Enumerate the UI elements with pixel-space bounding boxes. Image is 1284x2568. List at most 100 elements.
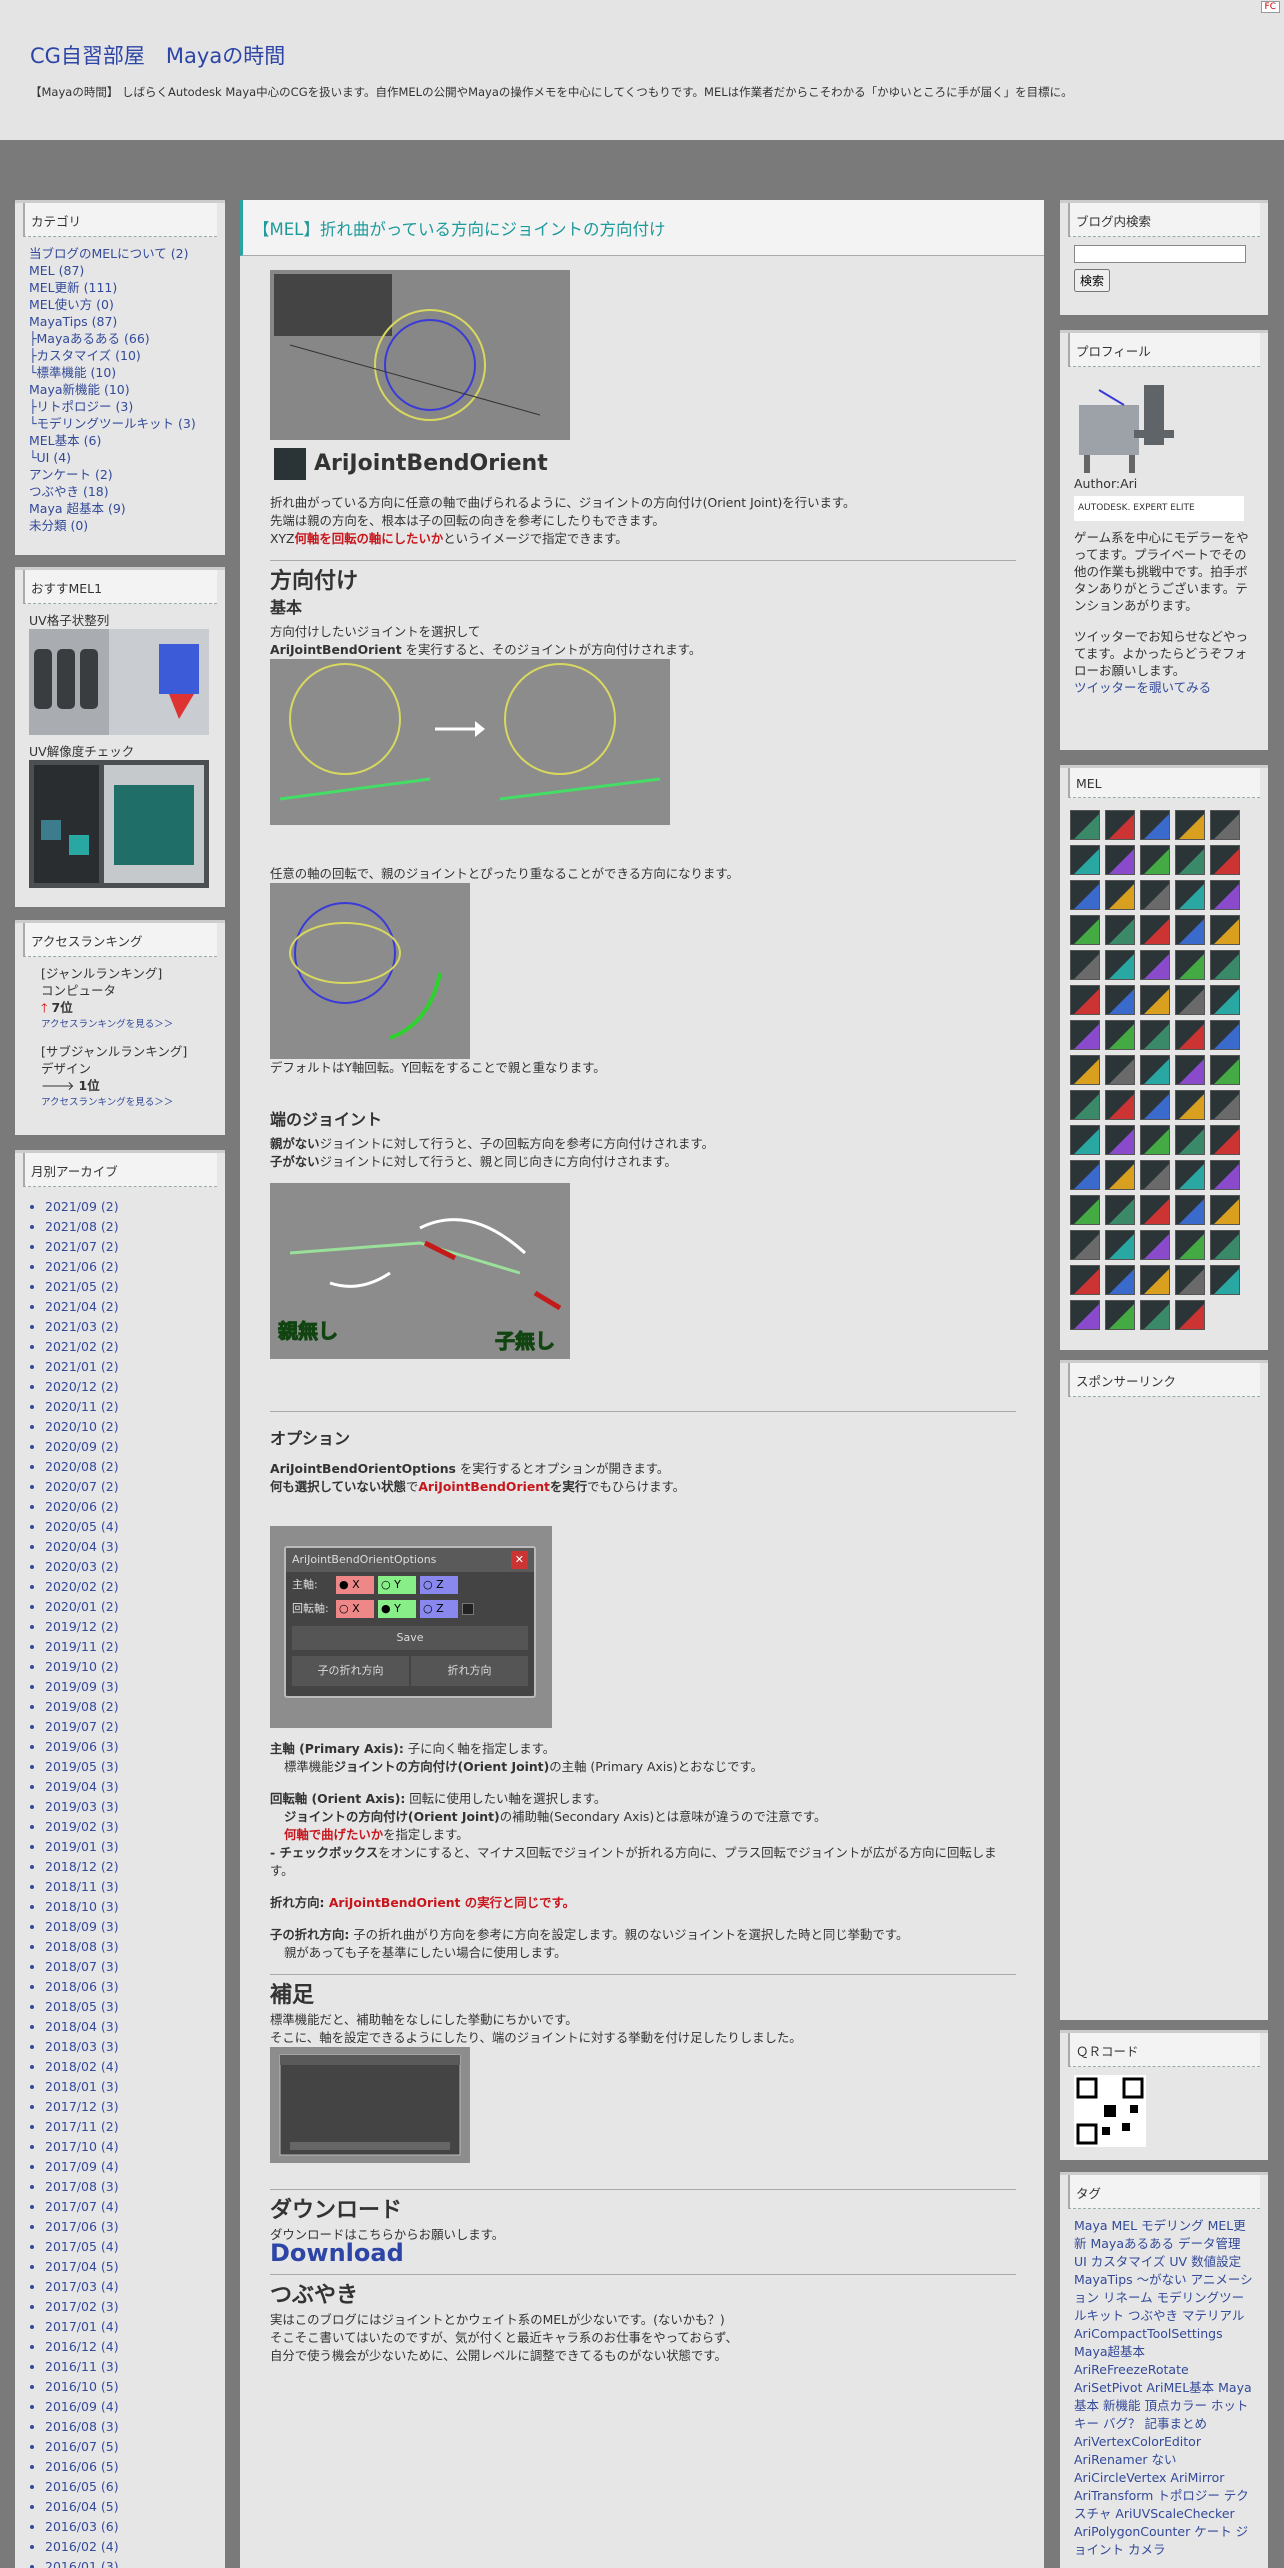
twitter-link[interactable]: ツイッターを覗いてみる bbox=[1074, 679, 1254, 696]
archive-item[interactable]: 2018/07 (3) bbox=[45, 1957, 225, 1977]
archive-item[interactable]: 2021/04 (2) bbox=[45, 1297, 225, 1317]
category-item[interactable]: └標準機能 (10) bbox=[29, 364, 211, 381]
archive-item[interactable]: 2018/06 (3) bbox=[45, 1977, 225, 1997]
rotate-z-radio[interactable]: ○ Z bbox=[420, 1600, 458, 1618]
category-item[interactable]: 当ブログのMELについて (2) bbox=[29, 245, 211, 262]
archive-item[interactable]: 2017/11 (2) bbox=[45, 2117, 225, 2137]
mel-tool-icon[interactable] bbox=[1105, 1125, 1135, 1155]
archive-item[interactable]: 2019/11 (2) bbox=[45, 1637, 225, 1657]
mel-tool-icon[interactable] bbox=[1175, 1300, 1205, 1330]
archive-item[interactable]: 2016/11 (3) bbox=[45, 2357, 225, 2377]
mel-tool-icon[interactable] bbox=[1070, 985, 1100, 1015]
mel-tool-icon[interactable] bbox=[1105, 1230, 1135, 1260]
mel-tool-icon[interactable] bbox=[1070, 1230, 1100, 1260]
recommend-item-1-label[interactable]: UV格子状整列 bbox=[29, 612, 211, 629]
search-input[interactable] bbox=[1074, 245, 1246, 263]
archive-item[interactable]: 2019/10 (2) bbox=[45, 1657, 225, 1677]
mel-tool-icon[interactable] bbox=[1140, 1090, 1170, 1120]
mel-tool-icon[interactable] bbox=[1070, 1020, 1100, 1050]
mel-tool-icon[interactable] bbox=[1105, 1090, 1135, 1120]
category-item[interactable]: MayaTips (87) bbox=[29, 313, 211, 330]
mel-tool-icon[interactable] bbox=[1105, 1160, 1135, 1190]
mel-tool-icon[interactable] bbox=[1070, 1160, 1100, 1190]
category-item[interactable]: └UI (4) bbox=[29, 449, 211, 466]
archive-item[interactable]: 2019/08 (2) bbox=[45, 1697, 225, 1717]
mel-tool-icon[interactable] bbox=[1140, 985, 1170, 1015]
mel-tool-icon[interactable] bbox=[1105, 880, 1135, 910]
subgenre-label[interactable]: [サブジャンルランキング] bbox=[29, 1043, 211, 1060]
mel-tool-icon[interactable] bbox=[1210, 1090, 1240, 1120]
archive-item[interactable]: 2021/07 (2) bbox=[45, 1237, 225, 1257]
archive-item[interactable]: 2017/01 (4) bbox=[45, 2317, 225, 2337]
archive-item[interactable]: 2016/05 (6) bbox=[45, 2477, 225, 2497]
archive-item[interactable]: 2016/04 (5) bbox=[45, 2497, 225, 2517]
archive-item[interactable]: 2019/07 (2) bbox=[45, 1717, 225, 1737]
mel-tool-icon[interactable] bbox=[1210, 1055, 1240, 1085]
archive-item[interactable]: 2019/03 (3) bbox=[45, 1797, 225, 1817]
archive-item[interactable]: 2020/10 (2) bbox=[45, 1417, 225, 1437]
category-item[interactable]: アンケート (2) bbox=[29, 466, 211, 483]
mel-tool-icon[interactable] bbox=[1070, 845, 1100, 875]
category-item[interactable]: └モデリングツールキット (3) bbox=[29, 415, 211, 432]
genre-label[interactable]: [ジャンルランキング] bbox=[29, 965, 211, 982]
archive-item[interactable]: 2016/12 (4) bbox=[45, 2337, 225, 2357]
category-item[interactable]: Maya新機能 (10) bbox=[29, 381, 211, 398]
mel-tool-icon[interactable] bbox=[1140, 1125, 1170, 1155]
archive-item[interactable]: 2016/03 (6) bbox=[45, 2517, 225, 2537]
rotate-y-radio[interactable]: ● Y bbox=[378, 1600, 416, 1618]
mel-tool-icon[interactable] bbox=[1175, 1125, 1205, 1155]
mel-tool-icon[interactable] bbox=[1070, 1265, 1100, 1295]
option-screenshot-thumb[interactable] bbox=[270, 270, 570, 440]
mel-tool-icon[interactable] bbox=[1175, 810, 1205, 840]
category-item[interactable]: Maya 超基本 (9) bbox=[29, 500, 211, 517]
mel-tool-icon[interactable] bbox=[1210, 1125, 1240, 1155]
mel-tool-icon[interactable] bbox=[1175, 1055, 1205, 1085]
mel-tool-icon[interactable] bbox=[1140, 950, 1170, 980]
mel-tool-icon[interactable] bbox=[1105, 950, 1135, 980]
mel-tool-icon[interactable] bbox=[1070, 915, 1100, 945]
mel-tool-icon[interactable] bbox=[1210, 985, 1240, 1015]
archive-item[interactable]: 2017/04 (5) bbox=[45, 2257, 225, 2277]
standard-tool-image[interactable] bbox=[270, 2047, 470, 2163]
ranking-link-1[interactable]: アクセスランキングを見る＞＞ bbox=[29, 1016, 211, 1033]
mel-tool-icon[interactable] bbox=[1070, 810, 1100, 840]
archive-item[interactable]: 2018/05 (3) bbox=[45, 1997, 225, 2017]
archive-item[interactable]: 2017/03 (4) bbox=[45, 2277, 225, 2297]
mel-tool-icon[interactable] bbox=[1105, 1020, 1135, 1050]
uv-grid-thumbnail[interactable] bbox=[29, 629, 209, 735]
archive-item[interactable]: 2016/10 (5) bbox=[45, 2377, 225, 2397]
mel-tool-icon[interactable] bbox=[1175, 1265, 1205, 1295]
archive-item[interactable]: 2020/12 (2) bbox=[45, 1377, 225, 1397]
recommend-item-2-label[interactable]: UV解像度チェック bbox=[29, 743, 211, 760]
archive-item[interactable]: 2021/09 (2) bbox=[45, 1197, 225, 1217]
category-item[interactable]: 未分類 (0) bbox=[29, 517, 211, 534]
archive-item[interactable]: 2020/08 (2) bbox=[45, 1457, 225, 1477]
category-item[interactable]: ├カスタマイズ (10) bbox=[29, 347, 211, 364]
mel-tool-icon[interactable] bbox=[1210, 1195, 1240, 1225]
archive-item[interactable]: 2020/04 (3) bbox=[45, 1537, 225, 1557]
archive-item[interactable]: 2020/02 (2) bbox=[45, 1577, 225, 1597]
primary-y-radio[interactable]: ○ Y bbox=[378, 1576, 416, 1594]
mel-tool-icon[interactable] bbox=[1175, 1230, 1205, 1260]
archive-item[interactable]: 2021/06 (2) bbox=[45, 1257, 225, 1277]
options-dialog-image[interactable]: AriJointBendOrientOptions ✕ 主軸: ● X ○ Y ○ Z … bbox=[270, 1526, 552, 1728]
archive-item[interactable]: 2018/03 (3) bbox=[45, 2037, 225, 2057]
category-item[interactable]: ├Mayaあるある (66) bbox=[29, 330, 211, 347]
archive-item[interactable]: 2021/05 (2) bbox=[45, 1277, 225, 1297]
mel-tool-icon[interactable] bbox=[1140, 845, 1170, 875]
mel-tool-icon[interactable] bbox=[1175, 1020, 1205, 1050]
basic-image[interactable] bbox=[270, 659, 670, 825]
archive-item[interactable]: 2016/01 (3) bbox=[45, 2557, 225, 2568]
archive-item[interactable]: 2018/10 (3) bbox=[45, 1897, 225, 1917]
mel-tool-icon[interactable] bbox=[1070, 1300, 1100, 1330]
mel-tool-icon[interactable] bbox=[1175, 880, 1205, 910]
mel-tool-icon[interactable] bbox=[1105, 1195, 1135, 1225]
primary-x-radio[interactable]: ● X bbox=[336, 1576, 374, 1594]
archive-item[interactable]: 2018/04 (3) bbox=[45, 2017, 225, 2037]
ranking-link-2[interactable]: アクセスランキングを見る＞＞ bbox=[29, 1094, 211, 1111]
mel-tool-icon[interactable] bbox=[1140, 1055, 1170, 1085]
archive-item[interactable]: 2021/01 (2) bbox=[45, 1357, 225, 1377]
mel-tool-icon[interactable] bbox=[1210, 880, 1240, 910]
archive-item[interactable]: 2017/07 (4) bbox=[45, 2197, 225, 2217]
mel-tool-icon[interactable] bbox=[1175, 1090, 1205, 1120]
